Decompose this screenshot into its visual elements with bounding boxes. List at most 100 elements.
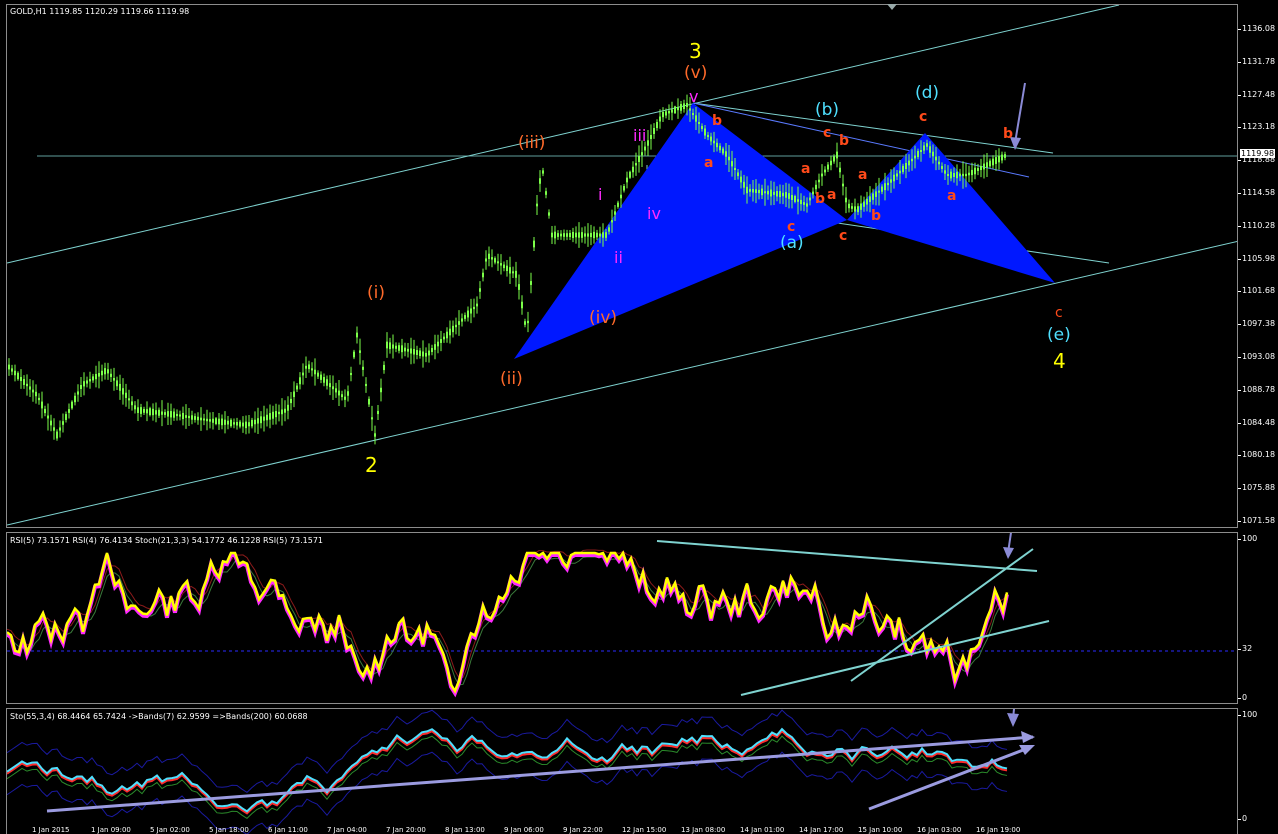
candle-body bbox=[332, 386, 334, 390]
candle-body bbox=[506, 265, 508, 272]
candle-body bbox=[125, 392, 127, 398]
candle-body bbox=[341, 394, 343, 398]
candle-body bbox=[494, 258, 496, 263]
candle-body bbox=[95, 373, 97, 380]
candle-body bbox=[851, 206, 853, 209]
candle-body bbox=[311, 368, 313, 371]
candle-body bbox=[464, 315, 466, 319]
candle-body bbox=[437, 341, 439, 347]
stochastic-indicator-pane[interactable]: Sto(55,3,4) 68.4464 65.7424 ->Bands(7) 6… bbox=[6, 708, 1238, 834]
candle-body bbox=[188, 415, 190, 419]
candle-body bbox=[965, 173, 967, 177]
candle-body bbox=[566, 233, 568, 237]
candle-body bbox=[836, 151, 838, 159]
candle-body bbox=[677, 106, 679, 111]
candle-body bbox=[110, 373, 112, 377]
candle-body bbox=[131, 401, 133, 406]
candle-body bbox=[407, 348, 409, 352]
candle-body bbox=[164, 412, 166, 415]
candle-body bbox=[845, 197, 847, 203]
candle-body bbox=[671, 109, 673, 113]
candle-body bbox=[122, 388, 124, 395]
candle-body bbox=[404, 347, 406, 352]
candle-body bbox=[272, 411, 274, 419]
candle-body bbox=[779, 191, 781, 198]
price-axis-tick: 1136.08 bbox=[1237, 24, 1276, 33]
candle-body bbox=[863, 201, 865, 207]
candle-body bbox=[938, 161, 940, 165]
candle-body bbox=[641, 152, 643, 156]
candle-body bbox=[383, 364, 385, 371]
candle-body bbox=[320, 374, 322, 380]
price-chart-pane[interactable]: GOLD,H1 1119.85 1120.29 1119.66 1119.98 … bbox=[6, 4, 1238, 528]
candle-body bbox=[956, 171, 958, 179]
candle-body bbox=[92, 376, 94, 381]
candle-body bbox=[902, 165, 904, 173]
candle-body bbox=[26, 383, 28, 387]
wave-label-b: b bbox=[815, 191, 826, 207]
time-axis-tick: 7 Jan 04:00 bbox=[327, 826, 367, 834]
candle-body bbox=[8, 364, 10, 370]
candle-body bbox=[242, 422, 244, 427]
candle-body bbox=[467, 310, 469, 318]
candle-body bbox=[827, 164, 829, 170]
candle-body bbox=[710, 136, 712, 142]
candle-body bbox=[878, 190, 880, 193]
candle-body bbox=[38, 397, 40, 401]
rsi-axis-100: 100 bbox=[1237, 534, 1258, 543]
time-axis-tick: 5 Jan 18:00 bbox=[209, 826, 249, 834]
candle-body bbox=[707, 134, 709, 138]
candle-body bbox=[245, 421, 247, 429]
candle-body bbox=[911, 158, 913, 162]
down-arrow-sto bbox=[1007, 713, 1019, 727]
candle-body bbox=[578, 232, 580, 238]
candle-body bbox=[560, 233, 562, 237]
chart-shift-marker[interactable] bbox=[887, 4, 897, 10]
candle-body bbox=[650, 134, 652, 140]
candle-body bbox=[20, 376, 22, 382]
candle-body bbox=[947, 173, 949, 177]
rsi-indicator-pane[interactable]: RSI(5) 73.1571 RSI(4) 76.4134 Stoch(21,3… bbox=[6, 532, 1238, 704]
candle-body bbox=[62, 421, 64, 425]
candle-body bbox=[296, 385, 298, 390]
candle-body bbox=[929, 146, 931, 153]
candle-body bbox=[971, 169, 973, 176]
candle-body bbox=[203, 418, 205, 421]
candle-body bbox=[695, 115, 697, 122]
wave-label-a: a bbox=[827, 187, 837, 203]
candle-body bbox=[923, 145, 925, 151]
candle-body bbox=[599, 233, 601, 237]
candle-body bbox=[1004, 154, 1006, 158]
candle-body bbox=[995, 157, 997, 164]
candle-body bbox=[812, 191, 814, 195]
candle-body bbox=[419, 350, 421, 357]
rsi-trend-upper bbox=[656, 540, 1038, 572]
candle-body bbox=[143, 408, 145, 413]
candle-body bbox=[803, 202, 805, 205]
wave-label-e-cyan: (e) bbox=[1047, 325, 1071, 345]
candle-body bbox=[656, 122, 658, 128]
candle-body bbox=[605, 232, 607, 238]
candle-body bbox=[416, 350, 418, 355]
wave-label-ii-magenta: ii bbox=[614, 248, 623, 267]
sto-trend-short bbox=[868, 745, 1032, 811]
price-axis-tick: 1105.98 bbox=[1237, 253, 1276, 263]
candle-body bbox=[725, 151, 727, 157]
candle-body bbox=[755, 189, 757, 193]
price-axis-tick: 1071.58 bbox=[1237, 516, 1276, 525]
candle-body bbox=[824, 169, 826, 173]
candle-body bbox=[401, 345, 403, 353]
candle-body bbox=[680, 104, 682, 111]
rsi-chart-svg bbox=[7, 533, 1237, 698]
candle-body bbox=[221, 418, 223, 426]
price-axis-tick: 1084.48 bbox=[1237, 417, 1276, 427]
candle-body bbox=[773, 191, 775, 195]
candle-body bbox=[260, 416, 262, 424]
wave-label-iv-magenta: iv bbox=[647, 204, 661, 223]
candle-body bbox=[818, 179, 820, 183]
candle-body bbox=[539, 178, 541, 184]
candle-body bbox=[977, 168, 979, 171]
wave-label-a: a bbox=[704, 155, 714, 171]
wave-label-c: c bbox=[839, 228, 848, 244]
candle-body bbox=[974, 167, 976, 175]
